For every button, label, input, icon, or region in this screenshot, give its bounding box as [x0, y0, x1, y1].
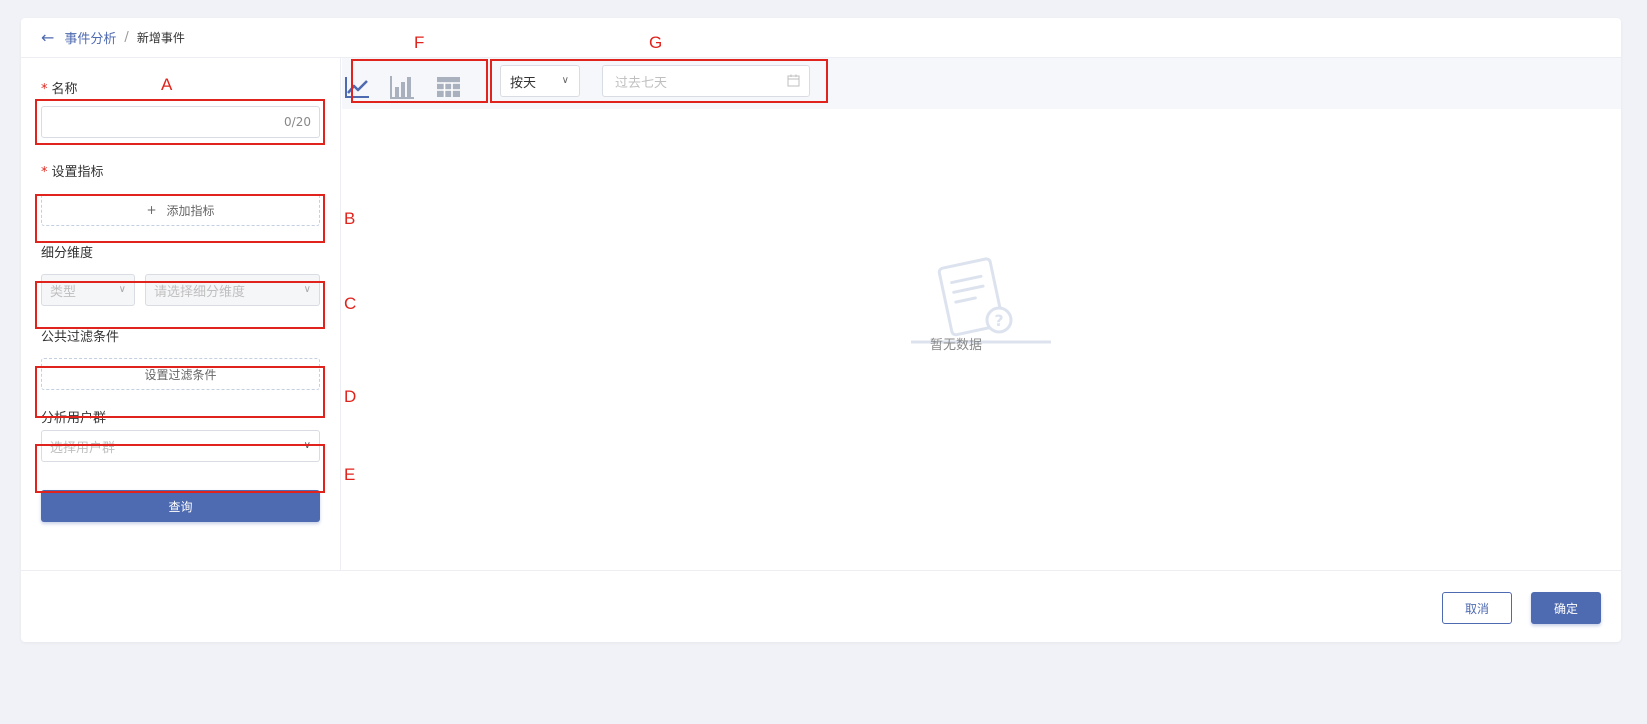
annotation-box-f	[351, 59, 488, 103]
annotation-box-b	[35, 194, 325, 243]
required-mark: *	[41, 165, 48, 180]
annotation-label-f: F	[414, 33, 425, 52]
annotation-label-d: D	[344, 387, 357, 406]
breadcrumb-parent[interactable]: 事件分析	[64, 28, 116, 47]
name-label: * 名称	[41, 78, 78, 97]
annotation-label-g: G	[649, 33, 663, 52]
annotation-label-e: E	[344, 465, 356, 484]
svg-text:?: ?	[994, 311, 1003, 330]
breakdown-label: 细分维度	[41, 246, 94, 261]
metrics-label-text: 设置指标	[51, 165, 104, 180]
breadcrumb-current: 新增事件	[136, 31, 185, 45]
annotation-label-a: A	[161, 75, 173, 94]
confirm-button[interactable]: 确定	[1531, 592, 1601, 624]
annotation-label-c: C	[344, 294, 357, 313]
annotation-box-e	[35, 444, 325, 493]
annotation-box-a	[35, 99, 325, 145]
footer-divider	[21, 570, 1621, 571]
query-button[interactable]: 查询	[41, 490, 320, 522]
annotation-box-g	[490, 59, 828, 103]
name-label-text: 名称	[51, 82, 78, 97]
required-mark: *	[41, 82, 48, 97]
breadcrumb-separator: /	[124, 30, 129, 45]
empty-state-text: 暂无数据	[930, 338, 983, 353]
annotation-label-b: B	[344, 209, 356, 228]
arrow-left-icon[interactable]: ←	[41, 29, 54, 46]
annotation-box-d	[35, 366, 325, 418]
breadcrumb: ← 事件分析 / 新增事件	[21, 18, 1621, 58]
metrics-label: * 设置指标	[41, 161, 104, 180]
cancel-button[interactable]: 取消	[1442, 592, 1512, 624]
annotation-box-c	[35, 281, 325, 329]
